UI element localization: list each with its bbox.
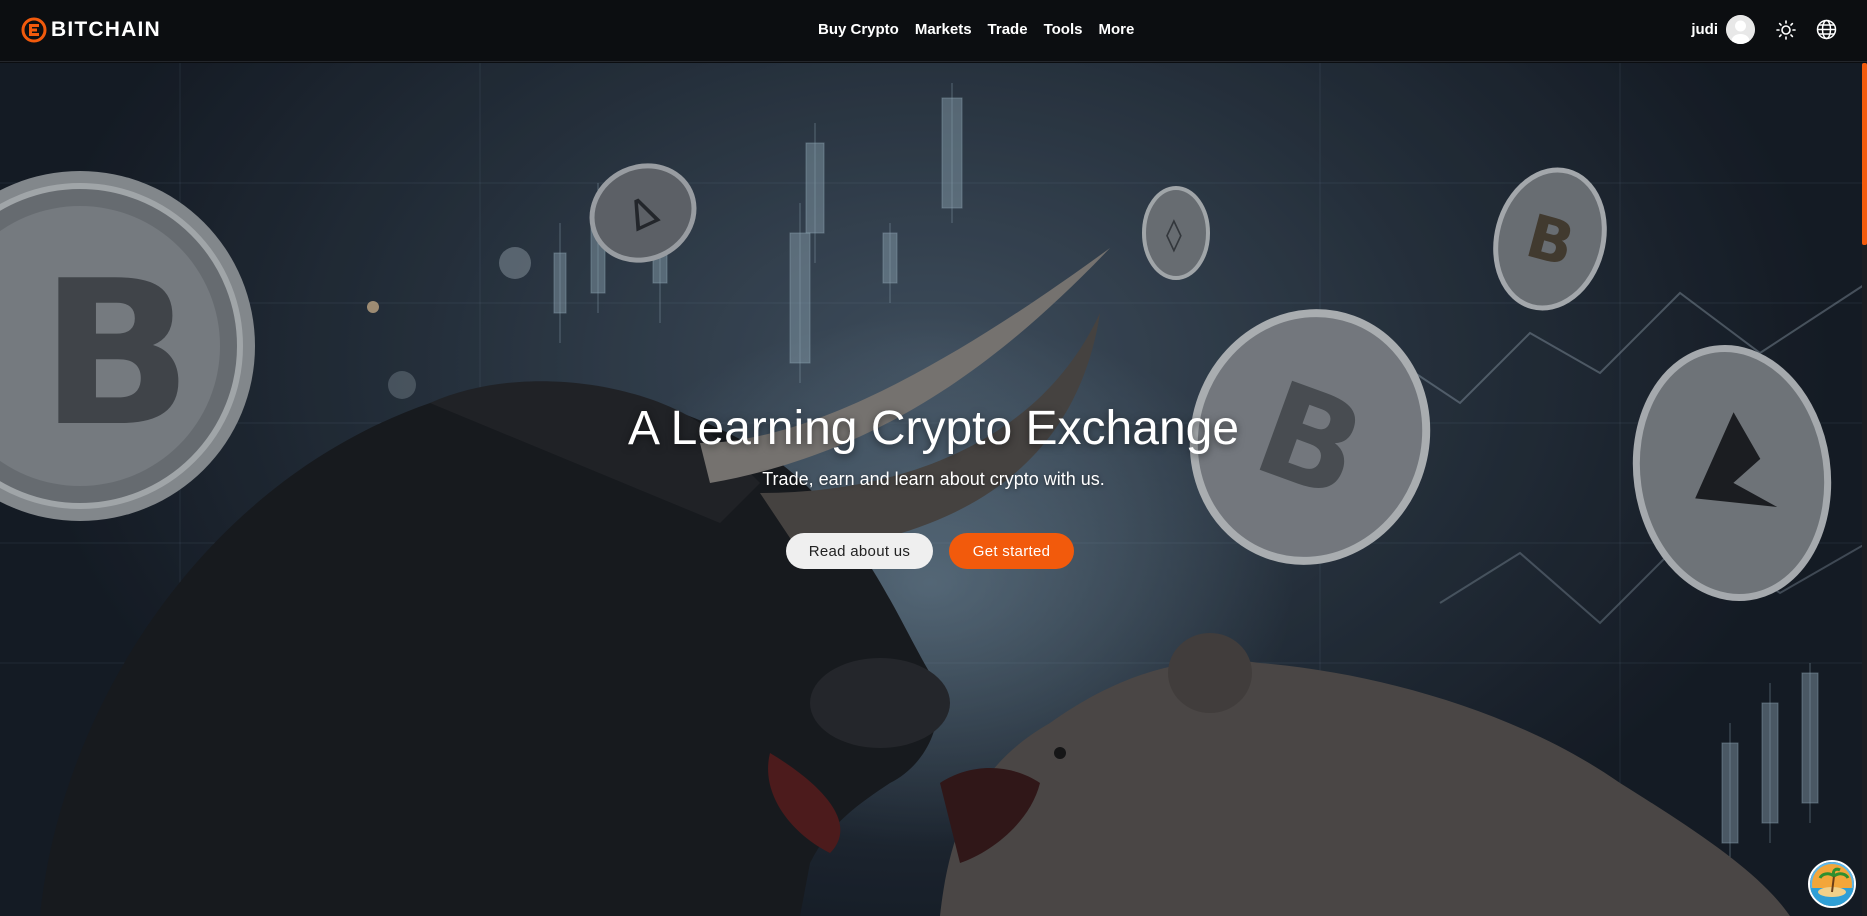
beach-island-icon	[1810, 862, 1854, 906]
user-avatar[interactable]	[1726, 15, 1755, 44]
nav-more[interactable]: More	[1098, 20, 1134, 40]
scrollbar-thumb[interactable]	[1862, 63, 1867, 245]
nav-buy-crypto[interactable]: Buy Crypto	[818, 20, 899, 40]
hero-title: A Learning Crypto Exchange	[627, 402, 1240, 455]
theme-toggle-button[interactable]	[1775, 19, 1797, 41]
avatar-silhouette-icon	[1726, 15, 1755, 44]
user-controls: judi	[1691, 15, 1837, 44]
bitchain-logo-icon	[21, 17, 47, 43]
page-scrollbar[interactable]	[1862, 63, 1867, 916]
hero-subtitle: Trade, earn and learn about crypto with …	[762, 469, 1105, 489]
brand-logo[interactable]: BITCHAIN	[21, 17, 161, 43]
nav-markets[interactable]: Markets	[915, 20, 972, 40]
globe-icon	[1816, 19, 1836, 40]
username-label[interactable]: judi	[1691, 21, 1718, 38]
main-nav: Buy Crypto Markets Trade Tools More	[818, 20, 1134, 40]
read-about-us-button[interactable]: Read about us	[786, 533, 933, 569]
nav-trade[interactable]: Trade	[988, 20, 1028, 40]
hero-section: B Δ ◊ B B A Learning Crypto Exchange Tra…	[0, 63, 1867, 916]
floating-widget-button[interactable]	[1808, 860, 1856, 908]
sun-icon	[1776, 19, 1796, 40]
top-navbar: BITCHAIN Buy Crypto Markets Trade Tools …	[0, 0, 1867, 62]
get-started-button[interactable]: Get started	[949, 533, 1074, 569]
language-button[interactable]	[1815, 19, 1837, 41]
brand-name: BITCHAIN	[51, 18, 161, 41]
nav-tools[interactable]: Tools	[1044, 20, 1083, 40]
